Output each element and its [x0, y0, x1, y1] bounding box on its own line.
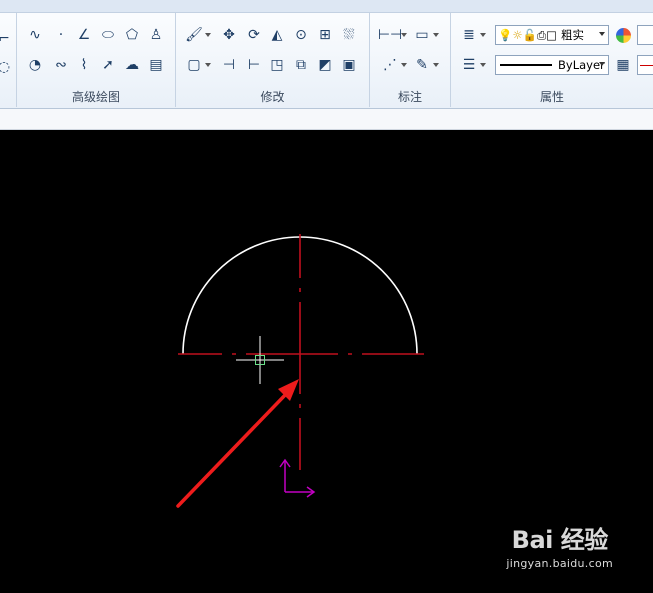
extend-icon[interactable]: ⊢ — [244, 55, 264, 75]
dimension-icon[interactable]: ⊢⊣ — [378, 25, 407, 45]
text-block-icon[interactable]: ▭ — [412, 25, 439, 45]
user-icon[interactable]: ♙ — [146, 25, 166, 45]
pie-icon[interactable]: ◔ — [25, 55, 45, 75]
arrow-icon[interactable]: ➚ — [98, 55, 118, 75]
angle-icon[interactable]: ∠ — [74, 25, 94, 45]
linetype-combo-label: ByLayer — [558, 58, 605, 72]
ribbon: ⌐ ◌ ∿ · ∠ ⬭ ⬠ ♙ ◔ ∾ ⌇ ➚ ☁ ▤ 高级绘图 🖌 ✥ ⟳ ◭… — [0, 0, 653, 109]
spline-icon[interactable]: ∿ — [25, 25, 45, 45]
sun-icon: ☼ — [512, 28, 523, 42]
square-icon: □ — [546, 28, 558, 42]
chevron-down-icon — [599, 62, 605, 66]
cloud-icon[interactable]: ☁ — [122, 55, 142, 75]
panel-title-draw[interactable]: 高级绘图 — [17, 88, 175, 105]
printer-icon: ⎙ — [536, 27, 547, 42]
save-icon[interactable]: ▣ — [339, 55, 359, 75]
color-swatch-partial[interactable] — [637, 25, 653, 45]
panel-title-annotate[interactable]: 标注 — [370, 88, 450, 105]
color-combo-label: 粗实 — [561, 28, 585, 42]
hatch-icon[interactable]: ⛆ — [339, 25, 359, 45]
wave-icon[interactable]: ∾ — [51, 55, 71, 75]
doc-icon[interactable]: ◳ — [267, 55, 287, 75]
panel-modify: 🖌 ✥ ⟳ ◭ ⊙ ⊞ ⛆ ▢ ⊣ ⊢ ◳ ⧉ ◩ ▣ 修改 — [176, 13, 370, 107]
rectangle-icon[interactable]: ▢ — [184, 55, 211, 75]
array-icon[interactable]: ⊞ — [315, 25, 335, 45]
chevron-down-icon — [599, 32, 605, 36]
panel-left-partial: ⌐ ◌ — [0, 13, 17, 107]
circle-target-icon[interactable]: ⊙ — [291, 25, 311, 45]
command-strip — [0, 109, 653, 130]
edit-icon[interactable]: ✎ — [412, 55, 439, 75]
panel-draw: ∿ · ∠ ⬭ ⬠ ♙ ◔ ∾ ⌇ ➚ ☁ ▤ 高级绘图 — [17, 13, 176, 107]
lineweight-icon[interactable]: ☰ — [459, 55, 486, 75]
ellipse-icon[interactable]: ⬭ — [98, 25, 118, 45]
copy-icon[interactable]: ⧉ — [291, 55, 311, 75]
layer-icon[interactable]: ◩ — [315, 55, 335, 75]
move-icon[interactable]: ✥ — [219, 25, 239, 45]
crosshair-cursor — [236, 336, 284, 384]
mirror-icon[interactable]: ◭ — [267, 25, 287, 45]
polygon-icon[interactable]: ⬠ — [122, 25, 142, 45]
lock-icon: 🔓 — [522, 28, 537, 42]
panel-title-modify[interactable]: 修改 — [176, 88, 369, 105]
ucs-icon — [279, 458, 316, 498]
watermark: Bai 经验 jingyan.baidu.com — [506, 520, 613, 570]
layer-stack-icon[interactable]: ≣ — [459, 25, 486, 45]
lineweight-combo-partial[interactable] — [637, 55, 653, 75]
panel-annotate: ⊢⊣ ▭ ⋰ ✎ 标注 — [370, 13, 451, 107]
annotation-arrow — [176, 379, 299, 508]
trim-icon[interactable]: ⊣ — [219, 55, 239, 75]
watermark-url: jingyan.baidu.com — [506, 557, 613, 570]
lightbulb-icon: 💡 — [498, 28, 513, 42]
linestyle-icon[interactable]: ▦ — [613, 55, 633, 75]
watermark-logo: Bai 经验 — [511, 526, 609, 554]
panel-title-properties[interactable]: 属性 — [451, 88, 653, 105]
zigzag-icon[interactable]: ⌇ — [74, 55, 94, 75]
partial-icon[interactable]: ⌐ — [0, 29, 14, 49]
linetype-combo[interactable]: ByLayer — [495, 55, 609, 75]
rotate-icon[interactable]: ⟳ — [244, 25, 264, 45]
table-icon[interactable]: ▤ — [146, 55, 166, 75]
panel-properties: ≣ 💡 ☼ 🔓 ⎙ □ 粗实 ☰ ByLayer ▦ 属性 — [451, 13, 653, 107]
layer-combo[interactable]: 💡 ☼ 🔓 ⎙ □ 粗实 — [495, 25, 609, 45]
brush-icon[interactable]: 🖌 — [184, 25, 211, 45]
partial-icon-2[interactable]: ◌ — [0, 57, 14, 77]
linetype-line — [500, 64, 552, 66]
leader-icon[interactable]: ⋰ — [380, 55, 407, 75]
point-icon[interactable]: · — [51, 25, 71, 45]
ribbon-top-strip — [0, 0, 653, 13]
color-wheel-icon[interactable] — [613, 25, 633, 45]
